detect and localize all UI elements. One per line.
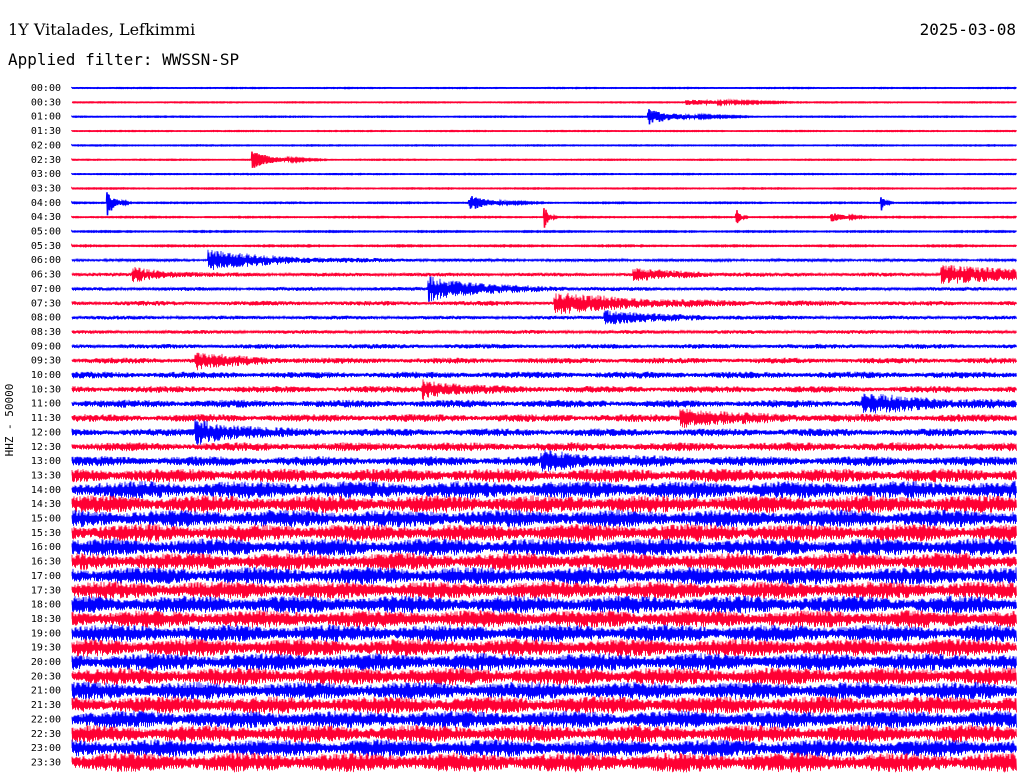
seismic-traces [71,86,1018,773]
trace-line [71,151,1017,168]
time-labels: 00:00 00:30 01:00 01:30 02:00 02:30 03:00 03:30… [31,83,61,768]
time-label: 20:00 [31,657,61,668]
time-label: 16:30 [31,557,61,568]
trace-line [71,624,1017,643]
trace-line [71,186,1018,191]
trace-line [71,468,1017,483]
trace-line [71,352,1017,371]
time-label: 01:30 [31,126,61,137]
time-label: 14:30 [31,499,61,510]
trace-line [71,229,1017,234]
trace-line [71,371,1017,379]
trace-line [71,329,1017,335]
trace-line [71,566,1017,585]
time-label: 04:00 [31,198,61,209]
trace-line [71,449,1017,472]
trace-line [71,172,1017,176]
trace-line [71,724,1017,743]
time-label: 03:30 [31,183,61,194]
time-label: 02:30 [31,155,61,166]
time-label: 13:30 [31,470,61,481]
trace-line [71,129,1017,133]
time-label: 05:30 [31,241,61,252]
time-label: 21:30 [31,700,61,711]
time-label: 03:00 [31,169,61,180]
time-label: 07:30 [31,298,61,309]
trace-line [71,523,1017,542]
trace-line [71,98,1017,107]
time-label: 04:30 [31,212,61,223]
time-label: 21:00 [31,686,61,697]
time-label: 06:00 [31,255,61,266]
trace-line [71,109,1017,125]
trace-line [71,442,1017,452]
time-label: 07:00 [31,284,61,295]
time-label: 11:00 [31,399,61,410]
time-label: 00:00 [31,83,61,94]
trace-line [71,419,1017,446]
trace-line [71,552,1017,571]
trace-line [71,667,1017,686]
trace-line [71,292,1017,315]
time-label: 14:00 [31,485,61,496]
time-label: 17:30 [31,585,61,596]
trace-line [71,143,1017,147]
time-label: 20:30 [31,671,61,682]
time-label: 13:00 [31,456,61,467]
time-label: 18:30 [31,614,61,625]
time-label: 23:30 [31,757,61,768]
time-label: 22:00 [31,714,61,725]
time-label: 18:00 [31,600,61,611]
time-label: 15:30 [31,528,61,539]
time-label: 22:30 [31,729,61,740]
trace-line [71,86,1017,90]
time-label: 09:00 [31,341,61,352]
trace-line [71,310,1017,325]
time-label: 12:30 [31,442,61,453]
trace-line [71,638,1017,657]
trace-line [71,609,1017,628]
time-label: 17:00 [31,571,61,582]
time-label: 15:00 [31,514,61,525]
time-label: 19:30 [31,643,61,654]
time-label: 02:00 [31,140,61,151]
time-label: 00:30 [31,97,61,108]
trace-line [71,379,1017,401]
time-label: 23:00 [31,743,61,754]
trace-line [71,595,1017,614]
trace-line [71,208,1018,228]
time-label: 05:00 [31,227,61,238]
trace-line [71,681,1017,700]
trace-line [71,393,1017,414]
time-label: 01:00 [31,112,61,123]
trace-line [71,696,1017,715]
trace-line [71,538,1017,557]
time-label: 09:30 [31,356,61,367]
trace-line [71,710,1017,729]
trace-line [71,408,1017,429]
time-label: 19:00 [31,628,61,639]
time-label: 08:00 [31,313,61,324]
time-label: 16:00 [31,542,61,553]
trace-line [71,343,1017,350]
trace-line [71,581,1017,600]
trace-line [71,276,1017,302]
time-label: 11:30 [31,413,61,424]
helicorder-plot: 00:00 00:30 01:00 01:30 02:00 02:30 03:00 03:30… [31,83,1018,773]
time-label: 12:00 [31,427,61,438]
time-label: 10:30 [31,384,61,395]
time-label: 08:30 [31,327,61,338]
trace-line [71,243,1017,248]
trace-line [71,480,1017,499]
trace-line [71,495,1017,514]
time-label: 10:00 [31,370,61,381]
trace-line [71,249,1017,271]
trace-line [71,752,1017,773]
time-label: 06:30 [31,270,61,281]
trace-line [71,509,1017,528]
